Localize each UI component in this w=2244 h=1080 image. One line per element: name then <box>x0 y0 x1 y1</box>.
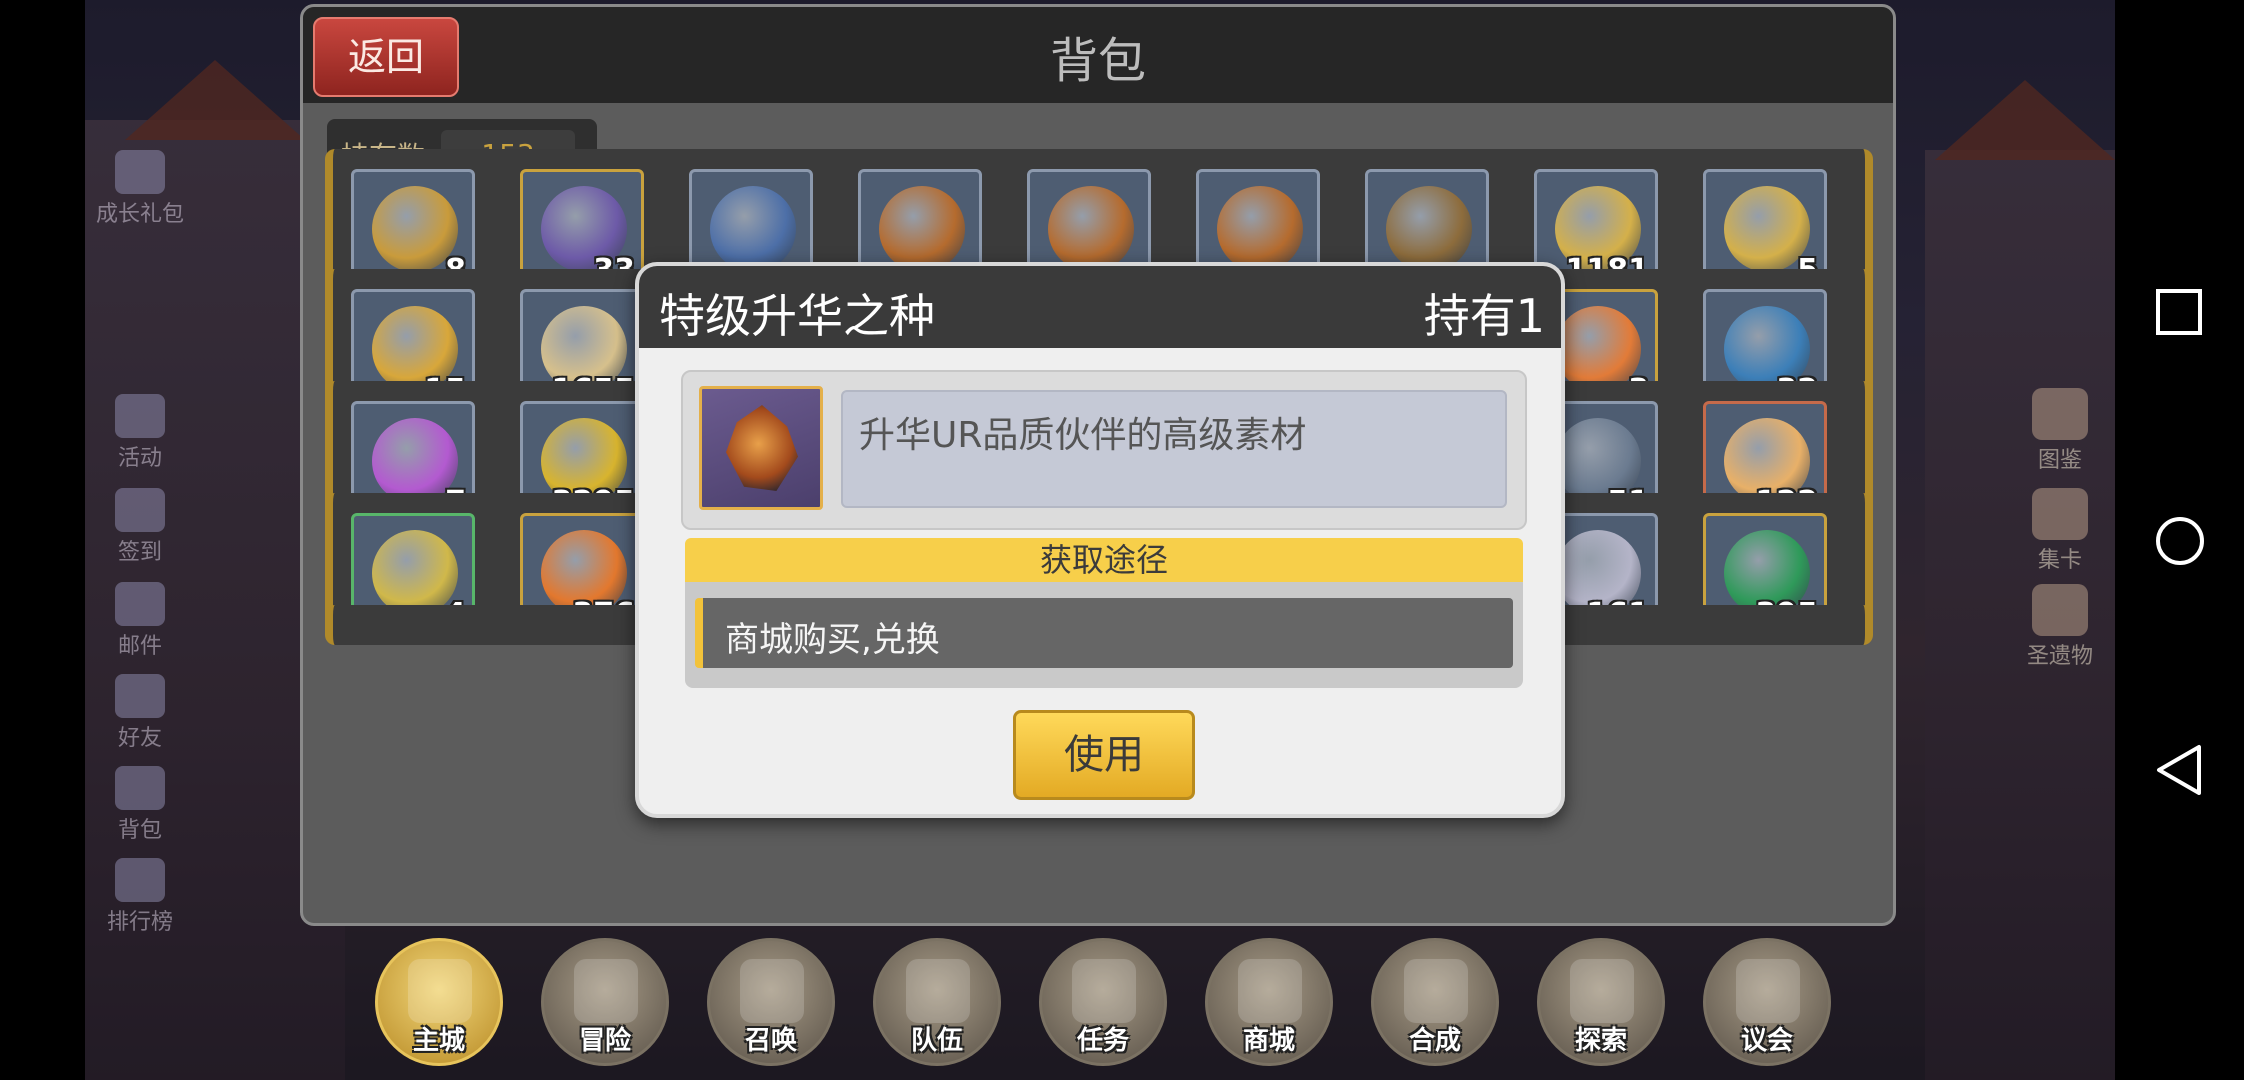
nav-button-sword[interactable]: 冒险 <box>541 938 669 1066</box>
nav-label: 议会 <box>1740 1026 1793 1056</box>
mail-icon <box>115 582 165 626</box>
council-icon <box>1736 959 1800 1023</box>
page-title: 背包 <box>1049 33 1146 89</box>
item-icon <box>710 186 796 272</box>
sword-icon <box>574 959 638 1023</box>
relic-icon <box>2032 584 2088 636</box>
nav-label: 主城 <box>412 1026 465 1056</box>
nav-label: 队伍 <box>910 1026 963 1056</box>
side-item-label: 签到 <box>117 540 162 565</box>
system-nav-bar <box>2115 0 2244 1080</box>
item-icon <box>879 186 965 272</box>
friend-icon <box>115 674 165 718</box>
item-icon <box>1217 186 1303 272</box>
source-item[interactable]: 商城购买,兑换 <box>695 598 1513 668</box>
use-button[interactable]: 使用 <box>1013 710 1195 800</box>
side-item-label: 背包 <box>117 818 162 843</box>
side-item-label: 图鉴 <box>2037 448 2082 473</box>
nav-button-potion[interactable]: 合成 <box>1371 938 1499 1066</box>
nav-button-council[interactable]: 议会 <box>1703 938 1831 1066</box>
side-item-checkin[interactable]: 签到 <box>85 488 195 566</box>
crystal-icon <box>726 405 798 491</box>
bottom-nav: 主城 冒险 召唤 队伍 任务 商城 合成 探索 议会 <box>375 938 1875 1068</box>
side-item-relics[interactable]: 圣遗物 <box>2005 584 2115 670</box>
side-item-cards[interactable]: 集卡 <box>2005 488 2115 574</box>
nav-label: 合成 <box>1408 1026 1461 1056</box>
nav-label: 任务 <box>1076 1026 1129 1056</box>
explore-icon <box>1570 959 1634 1023</box>
ranking-icon <box>115 858 165 902</box>
home-icon[interactable] <box>2155 516 2205 566</box>
potion-icon <box>1404 959 1468 1023</box>
source-item-label: 商城购买,兑换 <box>725 620 940 660</box>
side-item-label: 好友 <box>117 726 162 751</box>
item-detail-panel: 升华UR品质伙伴的高级素材 <box>681 370 1527 530</box>
side-item-growth-pack[interactable]: 成长礼包 <box>85 150 195 228</box>
side-item-label: 排行榜 <box>106 910 173 935</box>
side-item-label: 成长礼包 <box>95 202 184 227</box>
side-item-codex[interactable]: 图鉴 <box>2005 388 2115 474</box>
nav-button-quest[interactable]: 任务 <box>1039 938 1167 1066</box>
item-icon <box>699 386 823 510</box>
card-icon <box>2032 488 2088 540</box>
flag-icon <box>115 394 165 438</box>
nav-label: 探索 <box>1574 1026 1627 1056</box>
bag-icon <box>115 766 165 810</box>
item-owned-count: 持有1 <box>1423 289 1545 343</box>
item-description-box: 升华UR品质伙伴的高级素材 <box>841 390 1507 508</box>
nav-button-team[interactable]: 队伍 <box>873 938 1001 1066</box>
castle-icon <box>408 959 472 1023</box>
item-detail-dialog: 特级升华之种 持有1 升华UR品质伙伴的高级素材 获取途径 商城购买,兑换 使用 <box>635 262 1565 818</box>
side-item-bag[interactable]: 背包 <box>85 766 195 844</box>
side-item-label: 圣遗物 <box>2026 644 2093 669</box>
summon-icon <box>740 959 804 1023</box>
item-icon <box>1048 186 1134 272</box>
item-name: 特级升华之种 <box>659 289 935 343</box>
back-icon[interactable] <box>2155 744 2205 796</box>
nav-label: 商城 <box>1242 1026 1295 1056</box>
side-item-label: 集卡 <box>2037 548 2082 573</box>
item-icon <box>1386 186 1472 272</box>
side-item-label: 活动 <box>117 446 162 471</box>
source-header: 获取途径 <box>685 538 1523 582</box>
nav-button-castle[interactable]: 主城 <box>375 938 503 1066</box>
quest-icon <box>1072 959 1136 1023</box>
shop-icon <box>1238 959 1302 1023</box>
nav-label: 召唤 <box>744 1026 797 1056</box>
book-icon <box>2032 388 2088 440</box>
side-item-friends[interactable]: 好友 <box>85 674 195 752</box>
recents-icon[interactable] <box>2155 288 2203 336</box>
checkin-icon <box>115 488 165 532</box>
source-list: 商城购买,兑换 <box>685 582 1523 688</box>
side-item-ranking[interactable]: 排行榜 <box>85 858 195 936</box>
side-item-label: 邮件 <box>117 634 162 659</box>
side-item-events[interactable]: 活动 <box>85 394 195 472</box>
nav-button-summon[interactable]: 召唤 <box>707 938 835 1066</box>
team-icon <box>906 959 970 1023</box>
nav-button-shop[interactable]: 商城 <box>1205 938 1333 1066</box>
gift-icon <box>115 150 165 194</box>
nav-label: 冒险 <box>578 1026 631 1056</box>
side-item-mail[interactable]: 邮件 <box>85 582 195 660</box>
item-description: 升华UR品质伙伴的高级素材 <box>859 415 1307 456</box>
nav-button-explore[interactable]: 探索 <box>1537 938 1665 1066</box>
